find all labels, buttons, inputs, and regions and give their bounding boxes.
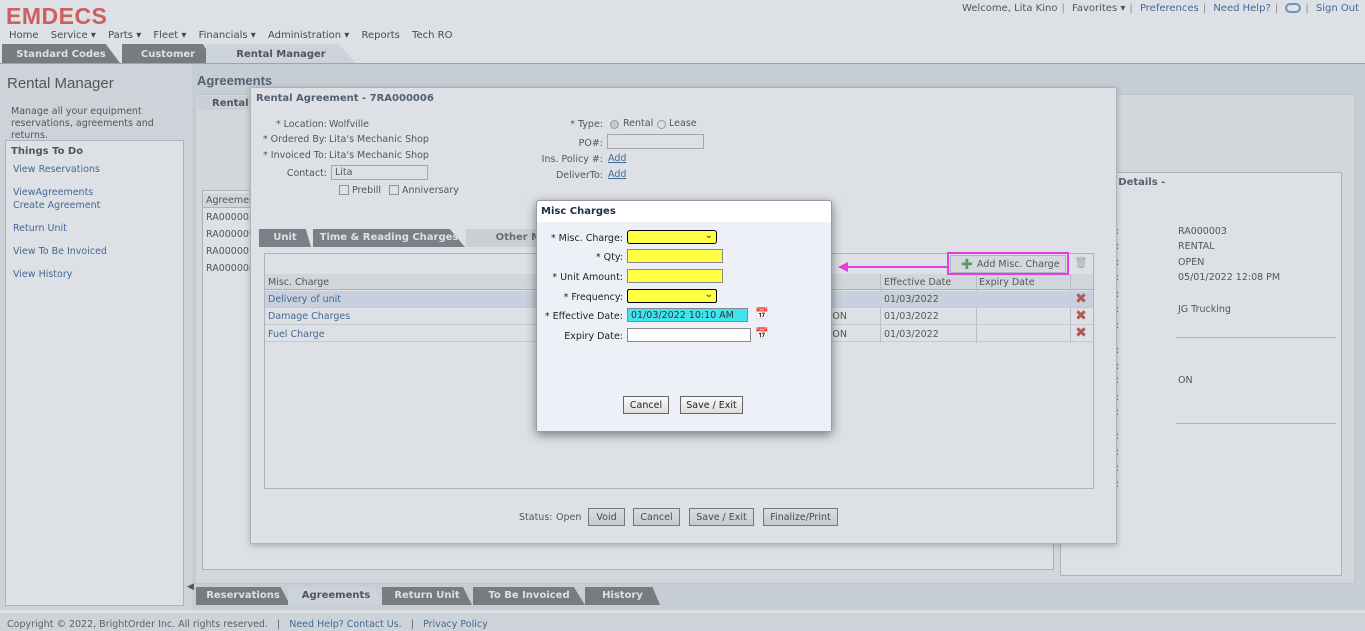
chevron-down-icon: ⌄ [704, 289, 713, 300]
qty-label: * Qty: [595, 252, 623, 263]
effective-date-label: * Effective Date: [544, 311, 623, 322]
dialog-title: Misc Charges [541, 206, 616, 217]
calendar-icon[interactable]: 📅 [755, 307, 769, 321]
cancel-button[interactable]: Cancel [623, 396, 669, 414]
annotation-arrowhead [838, 262, 848, 272]
misc-charge-label: * Misc. Charge: [550, 233, 623, 244]
misc-charge-select[interactable]: ⌄ [627, 230, 717, 244]
chevron-down-icon: ⌄ [704, 230, 713, 241]
expiry-date-input[interactable] [627, 328, 751, 342]
qty-input[interactable] [627, 249, 723, 263]
save-exit-button[interactable]: Save / Exit [680, 396, 743, 414]
frequency-label: * Frequency: [563, 292, 623, 303]
unit-amount-input[interactable] [627, 269, 723, 283]
annotation-arrow [840, 266, 948, 268]
add-misc-highlight [947, 252, 1069, 275]
frequency-select[interactable]: ⌄ [627, 289, 717, 303]
expiry-date-label: Expiry Date: [564, 331, 623, 342]
unit-amount-label: * Unit Amount: [552, 272, 623, 283]
effective-date-input[interactable]: 01/03/2022 10:10 AM [627, 308, 748, 322]
calendar-icon[interactable]: 📅 [755, 327, 769, 341]
